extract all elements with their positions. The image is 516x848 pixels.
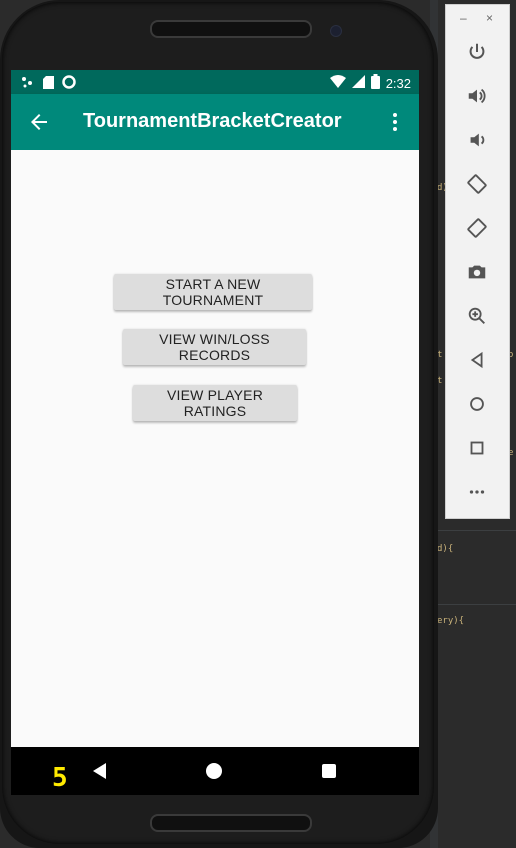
zoom-icon[interactable] [464,303,490,329]
home-icon[interactable] [464,391,490,417]
more-icon[interactable] [464,479,490,505]
fps-counter: 5 [52,763,68,793]
signal-icon [351,75,365,91]
minimize-button[interactable]: – [460,11,467,25]
wifi-icon [329,75,346,91]
view-ratings-button[interactable]: VIEW PLAYER RATINGS [133,385,297,421]
ide-divider [438,530,516,531]
overview-icon[interactable] [464,435,490,461]
app-toolbar: TournamentBracketCreator [11,94,419,150]
front-camera [330,25,342,37]
arrow-back-icon[interactable] [27,110,51,134]
back-icon[interactable] [464,347,490,373]
ide-divider [438,604,516,605]
bottom-speaker [150,814,312,832]
sync-icon [62,75,76,92]
device-screen: 2:32 TournamentBracketCreator START A NE… [11,70,419,795]
status-bar: 2:32 [11,70,419,94]
home-circle-icon[interactable] [206,763,222,779]
camera-icon[interactable] [464,259,490,285]
recents-square-icon[interactable] [322,764,336,778]
sd-card-icon [43,75,54,92]
close-button[interactable]: × [486,11,493,25]
emulator-toolbar: – × [445,4,510,519]
volume-up-icon[interactable] [464,83,490,109]
notification-dots-icon [21,76,35,91]
battery-icon [370,74,380,92]
status-time: 2:32 [385,75,411,91]
system-nav-bar [11,747,419,795]
power-icon[interactable] [464,39,490,65]
top-speaker [150,20,312,38]
rotate-left-icon[interactable] [464,171,490,197]
more-vert-icon[interactable] [383,110,407,134]
back-triangle-icon[interactable] [93,763,106,779]
volume-down-icon[interactable] [464,127,490,153]
main-content: START A NEW TOURNAMENT VIEW WIN/LOSS REC… [11,150,419,747]
start-tournament-button[interactable]: START A NEW TOURNAMENT [114,274,312,310]
emulator-device-frame: 2:32 TournamentBracketCreator START A NE… [0,0,438,848]
rotate-right-icon[interactable] [464,215,490,241]
ide-code-line: ery){ [437,616,465,626]
view-records-button[interactable]: VIEW WIN/LOSS RECORDS [123,329,306,365]
ide-code-line: d){ [437,544,454,554]
app-title: TournamentBracketCreator [83,110,342,132]
